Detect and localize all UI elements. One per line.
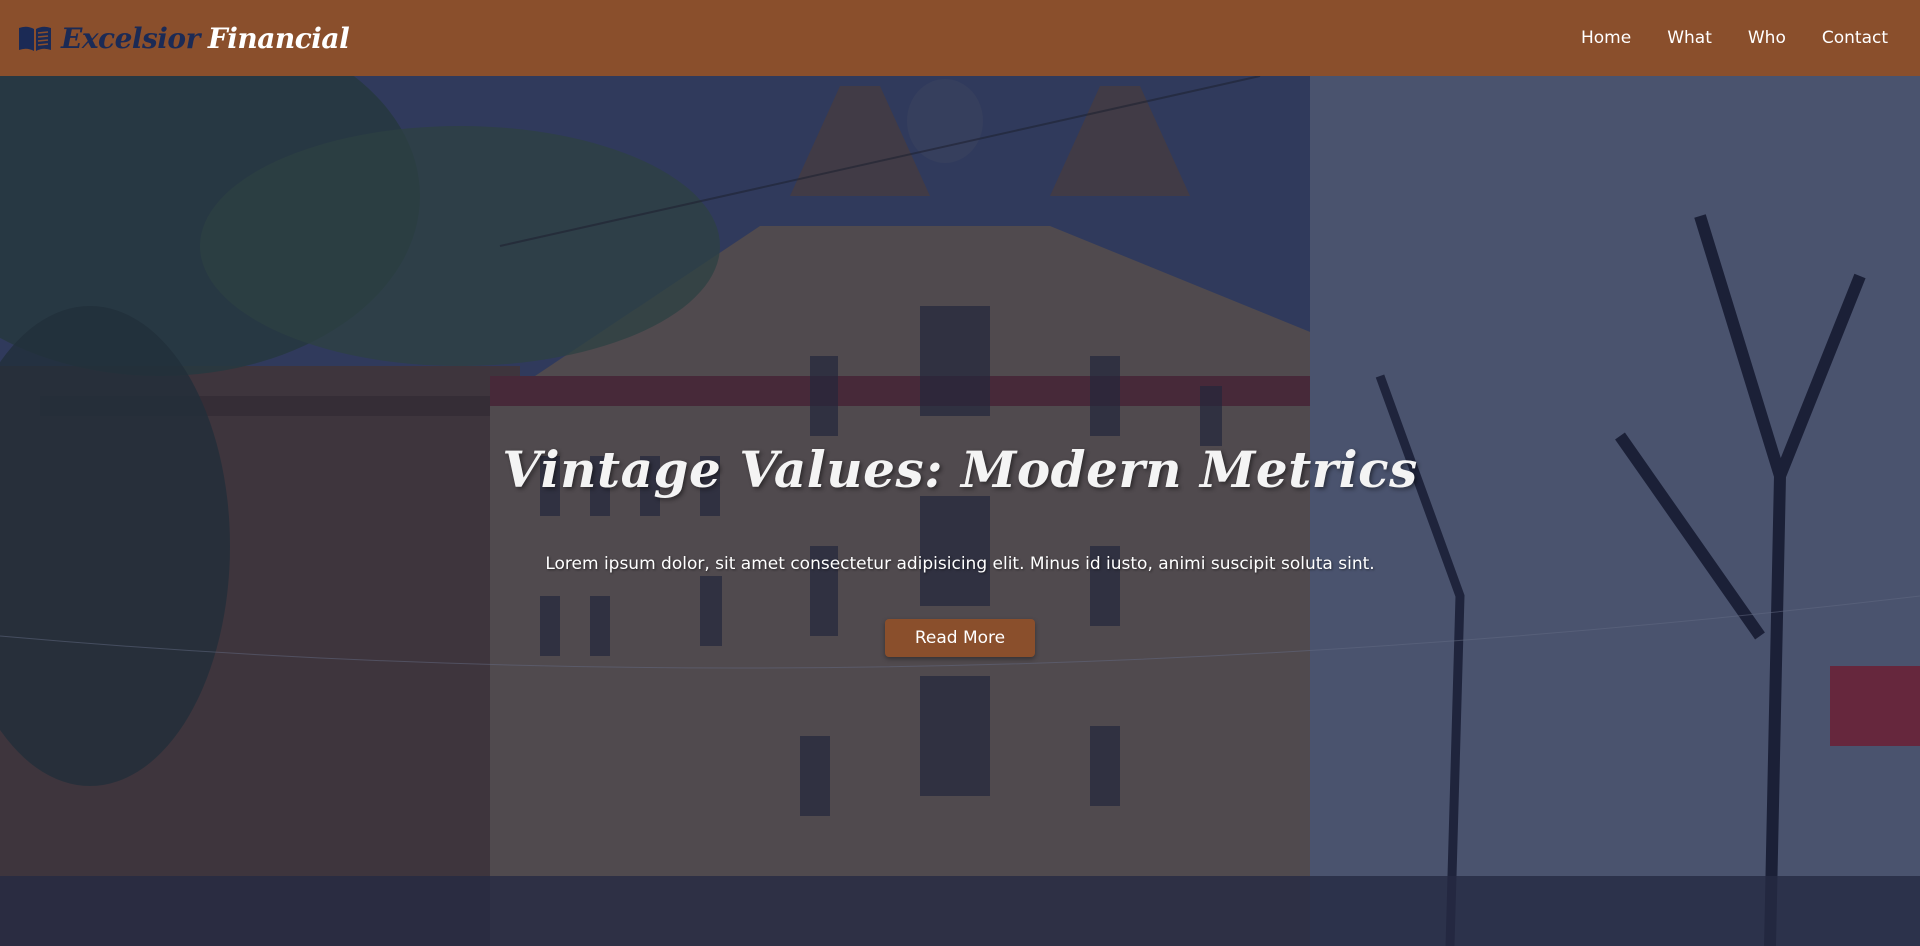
hero-subtitle: Lorem ipsum dolor, sit amet consectetur … xyxy=(545,554,1375,574)
main-nav: Home What Who Contact xyxy=(1581,28,1888,48)
read-more-button[interactable]: Read More xyxy=(885,619,1035,657)
site-header: Excelsior Financial Home What Who Contact xyxy=(0,0,1920,76)
nav-item-who[interactable]: Who xyxy=(1748,28,1786,48)
nav-item-what[interactable]: What xyxy=(1667,28,1712,48)
brand-logo[interactable]: Excelsior Financial xyxy=(17,21,350,55)
nav-item-contact[interactable]: Contact xyxy=(1822,28,1888,48)
hero-title: Vintage Values: Modern Metrics xyxy=(502,440,1418,499)
open-book-icon xyxy=(19,26,51,51)
hero-section: Vintage Values: Modern Metrics Lorem ips… xyxy=(0,76,1920,946)
brand-name: Excelsior Financial xyxy=(61,21,350,55)
brand-word-excelsior: Excelsior xyxy=(61,21,200,55)
nav-item-home[interactable]: Home xyxy=(1581,28,1631,48)
hero-content: Vintage Values: Modern Metrics Lorem ips… xyxy=(0,76,1920,946)
brand-word-financial: Financial xyxy=(207,21,350,55)
